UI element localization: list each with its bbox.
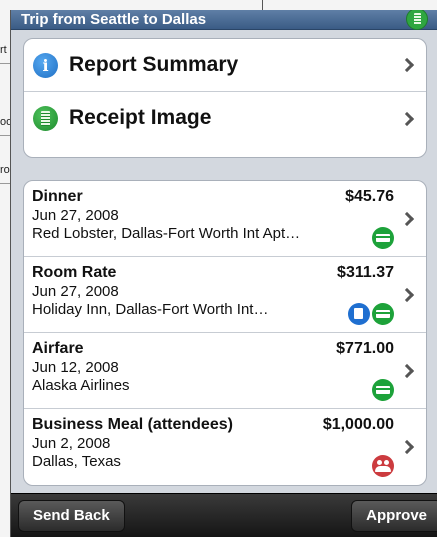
receipt-icon bbox=[406, 10, 428, 30]
chevron-right-icon bbox=[399, 57, 415, 73]
expense-icons bbox=[372, 227, 394, 249]
report-summary-row[interactable]: i Report Summary bbox=[24, 39, 426, 92]
expense-place: Dallas, Texas bbox=[32, 453, 121, 470]
expense-report-modal: Trip from Seattle to Dallas i Report Sum… bbox=[10, 10, 437, 537]
approve-button[interactable]: Approve bbox=[351, 500, 437, 532]
expense-amount: $1,000.00 bbox=[322, 416, 394, 433]
report-nav-group: i Report Summary Receipt Image bbox=[23, 38, 427, 158]
chevron-right-icon bbox=[399, 211, 415, 226]
credit-card-icon bbox=[372, 227, 394, 249]
receipt-icon bbox=[33, 106, 58, 131]
expense-place: Red Lobster, Dallas-Fort Worth Int Apt… bbox=[32, 225, 301, 242]
expense-row[interactable]: Room Rate $311.37 Jun 27, 2008 Holiday I… bbox=[24, 257, 426, 333]
expense-date: Jun 12, 2008 bbox=[32, 359, 119, 376]
expense-date: Jun 27, 2008 bbox=[32, 207, 119, 224]
background-divider bbox=[262, 0, 263, 10]
attendees-icon bbox=[372, 455, 394, 477]
expense-amount: $311.37 bbox=[337, 264, 394, 281]
document-icon bbox=[348, 303, 370, 325]
expense-row[interactable]: Business Meal (attendees) $1,000.00 Jun … bbox=[24, 409, 426, 485]
chevron-right-icon bbox=[399, 363, 415, 378]
chevron-right-icon bbox=[399, 287, 415, 302]
expense-place: Holiday Inn, Dallas-Fort Worth Int… bbox=[32, 301, 269, 318]
expense-list: Dinner $45.76 Jun 27, 2008 Red Lobster, … bbox=[23, 180, 427, 486]
chevron-right-icon bbox=[399, 111, 415, 126]
expense-name: Room Rate bbox=[32, 264, 117, 281]
expense-icons bbox=[372, 455, 394, 477]
send-back-button[interactable]: Send Back bbox=[18, 500, 125, 532]
nav-label: Report Summary bbox=[69, 53, 239, 76]
expense-icons bbox=[372, 379, 394, 401]
expense-place: Alaska Airlines bbox=[32, 377, 130, 394]
expense-name: Airfare bbox=[32, 340, 84, 357]
expense-amount: $771.00 bbox=[336, 340, 394, 357]
info-icon: i bbox=[33, 53, 58, 78]
expense-row[interactable]: Airfare $771.00 Jun 12, 2008 Alaska Airl… bbox=[24, 333, 426, 409]
expense-icons bbox=[348, 303, 394, 325]
receipt-image-row[interactable]: Receipt Image bbox=[24, 92, 426, 145]
modal-titlebar: Trip from Seattle to Dallas bbox=[11, 10, 437, 30]
bottom-toolbar: Send Back Approve bbox=[11, 493, 437, 537]
expense-row[interactable]: Dinner $45.76 Jun 27, 2008 Red Lobster, … bbox=[24, 181, 426, 257]
expense-date: Jun 2, 2008 bbox=[32, 435, 111, 452]
expense-date: Jun 27, 2008 bbox=[32, 283, 119, 300]
credit-card-icon bbox=[372, 379, 394, 401]
modal-title: Trip from Seattle to Dallas bbox=[21, 11, 207, 28]
credit-card-icon bbox=[372, 303, 394, 325]
chevron-right-icon bbox=[399, 439, 415, 455]
expense-name: Business Meal (attendees) bbox=[32, 416, 233, 433]
nav-label: Receipt Image bbox=[69, 106, 212, 129]
expense-name: Dinner bbox=[32, 188, 83, 205]
expense-amount: $45.76 bbox=[345, 188, 394, 205]
